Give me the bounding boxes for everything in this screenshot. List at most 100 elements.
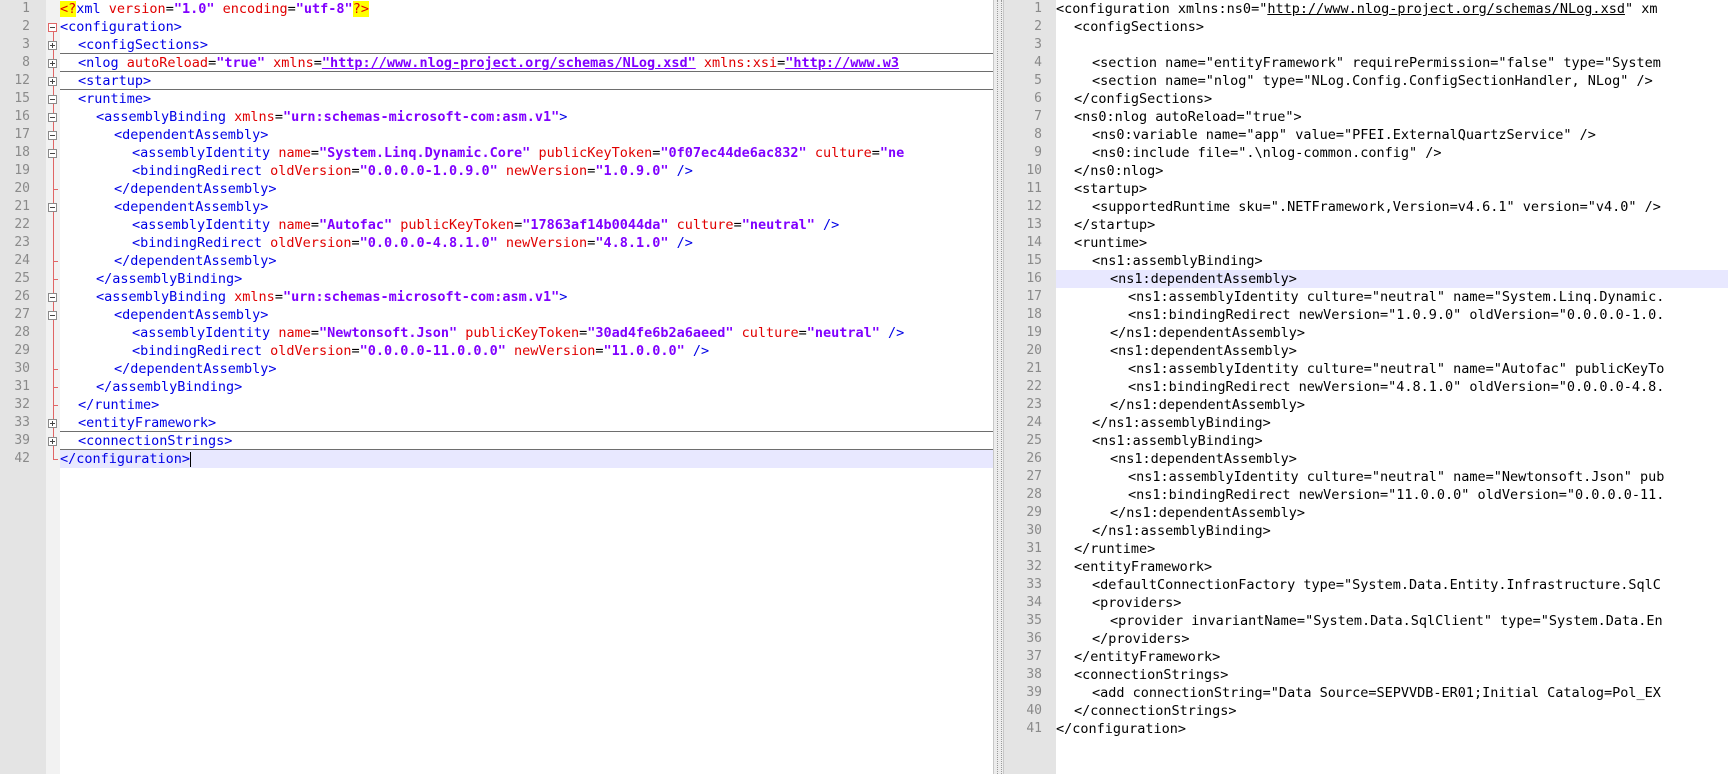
code-line[interactable]: <ns1:dependentAssembly> xyxy=(1056,342,1728,360)
fold-collapse-icon[interactable] xyxy=(48,203,57,212)
fold-expand-icon[interactable] xyxy=(48,437,57,446)
code-line[interactable]: <bindingRedirect oldVersion="0.0.0.0-4.8… xyxy=(60,234,993,252)
code-line[interactable]: <entityFramework> xyxy=(1056,558,1728,576)
fold-collapse-icon[interactable] xyxy=(48,131,57,140)
xml-token: " xm xyxy=(1624,1,1658,17)
fold-collapse-icon[interactable] xyxy=(48,95,57,104)
code-line[interactable]: </ns1:assemblyBinding> xyxy=(1056,414,1728,432)
code-line[interactable]: </assemblyBinding> xyxy=(60,378,993,396)
code-line[interactable]: <configuration> xyxy=(60,18,993,36)
code-line[interactable]: <defaultConnectionFactory type="System.D… xyxy=(1056,576,1728,594)
code-line[interactable]: <assemblyIdentity name="System.Linq.Dyna… xyxy=(60,144,993,162)
code-line[interactable]: </ns0:nlog> xyxy=(1056,162,1728,180)
pane-splitter[interactable] xyxy=(993,0,1004,774)
code-line[interactable]: <connectionStrings> xyxy=(1056,666,1728,684)
xml-token: ?> xyxy=(352,1,369,17)
fold-collapse-icon[interactable] xyxy=(48,293,57,302)
code-line[interactable]: <dependentAssembly> xyxy=(60,198,993,216)
code-line[interactable]: <ns1:assemblyBinding> xyxy=(1056,432,1728,450)
code-line[interactable]: <ns1:assemblyBinding> xyxy=(1056,252,1728,270)
xml-token: /> xyxy=(692,343,710,359)
code-line[interactable]: <runtime> xyxy=(60,90,993,108)
code-line[interactable]: </ns1:assemblyBinding> xyxy=(1056,522,1728,540)
code-line[interactable]: <ns1:dependentAssembly> xyxy=(1056,450,1728,468)
code-line[interactable]: <ns1:bindingRedirect newVersion="1.0.9.0… xyxy=(1056,306,1728,324)
code-line[interactable]: <ns1:assemblyIdentity culture="neutral" … xyxy=(1056,468,1728,486)
code-line[interactable]: <configSections> xyxy=(60,36,993,54)
fold-collapse-icon[interactable] xyxy=(48,113,57,122)
code-line[interactable]: <ns1:dependentAssembly> xyxy=(1056,270,1728,288)
xml-link[interactable]: "http://www.nlog-project.org/schemas/NLo… xyxy=(322,55,696,71)
line-number: 39 xyxy=(14,433,30,448)
code-line[interactable]: <ns0:nlog autoReload="true"> xyxy=(1056,108,1728,126)
code-line[interactable]: </ns1:dependentAssembly> xyxy=(1056,396,1728,414)
code-line[interactable]: <dependentAssembly> xyxy=(60,126,993,144)
code-line[interactable]: <bindingRedirect oldVersion="0.0.0.0-11.… xyxy=(60,342,993,360)
fold-expand-icon[interactable] xyxy=(48,77,57,86)
code-line[interactable]: <section name="entityFramework" requireP… xyxy=(1056,54,1728,72)
code-line[interactable]: </assemblyBinding> xyxy=(60,270,993,288)
left-editor-pane[interactable]: 1 2 3 8 12 15 16 17 18 19 20 21 22 23 24 25 26 27 28 29 30 31… xyxy=(0,0,993,774)
code-line[interactable]: <supportedRuntime sku=".NETFramework,Ver… xyxy=(1056,198,1728,216)
fold-collapse-icon[interactable] xyxy=(48,23,57,32)
code-line[interactable]: <bindingRedirect oldVersion="0.0.0.0-1.0… xyxy=(60,162,993,180)
code-line[interactable]: <assemblyBinding xmlns="urn:schemas-micr… xyxy=(60,288,993,306)
xml-token: <runtime> xyxy=(78,91,152,107)
code-line[interactable]: <nlog autoReload="true" xmlns="http://ww… xyxy=(60,54,993,72)
fold-expand-icon[interactable] xyxy=(48,41,57,50)
splitter-grip[interactable] xyxy=(997,0,1002,774)
code-line[interactable]: <runtime> xyxy=(1056,234,1728,252)
fold-end-marker xyxy=(53,459,58,460)
xml-link[interactable]: http://www.nlog-project.org/schemas/NLog… xyxy=(1267,1,1625,17)
code-line[interactable]: <ns1:assemblyIdentity culture="neutral" … xyxy=(1056,360,1728,378)
xml-token: <entityFramework> xyxy=(1074,559,1213,575)
code-line[interactable]: <startup> xyxy=(1056,180,1728,198)
fold-collapse-icon[interactable] xyxy=(48,311,57,320)
code-line[interactable]: <?xml version="1.0" encoding="utf-8"?> xyxy=(60,0,993,18)
code-line[interactable]: <assemblyIdentity name="Newtonsoft.Json"… xyxy=(60,324,993,342)
code-line[interactable]: </ns1:dependentAssembly> xyxy=(1056,504,1728,522)
fold-expand-icon[interactable] xyxy=(48,419,57,428)
code-line[interactable]: </configSections> xyxy=(1056,90,1728,108)
code-line[interactable] xyxy=(1056,36,1728,54)
xml-link[interactable]: "http://www.w3 xyxy=(785,55,899,71)
code-line[interactable]: </ns1:dependentAssembly> xyxy=(1056,324,1728,342)
code-line[interactable]: <startup> xyxy=(60,72,993,90)
code-line[interactable]: <dependentAssembly> xyxy=(60,306,993,324)
code-line[interactable]: </startup> xyxy=(1056,216,1728,234)
code-line[interactable]: <configSections> xyxy=(1056,18,1728,36)
code-line[interactable]: <assemblyIdentity name="Autofac" publicK… xyxy=(60,216,993,234)
code-line[interactable]: </runtime> xyxy=(60,396,993,414)
code-line[interactable]: </configuration> xyxy=(60,450,993,468)
xml-token xyxy=(214,1,222,17)
code-line[interactable]: <ns1:bindingRedirect newVersion="4.8.1.0… xyxy=(1056,378,1728,396)
xml-token: "30ad4fe6b2a6aeed" xyxy=(587,325,734,341)
code-line[interactable]: <section name="nlog" type="NLog.Config.C… xyxy=(1056,72,1728,90)
code-line[interactable]: <ns1:assemblyIdentity culture="neutral" … xyxy=(1056,288,1728,306)
code-line[interactable]: <ns0:include file=".\nlog-common.config"… xyxy=(1056,144,1728,162)
code-line[interactable]: </runtime> xyxy=(1056,540,1728,558)
fold-collapse-icon[interactable] xyxy=(48,149,57,158)
code-line[interactable]: <providers> xyxy=(1056,594,1728,612)
line-number: 22 xyxy=(14,217,30,232)
xml-token: </dependentAssembly> xyxy=(114,361,277,377)
code-line[interactable]: </dependentAssembly> xyxy=(60,180,993,198)
code-line[interactable]: </dependentAssembly> xyxy=(60,360,993,378)
right-editor-pane[interactable]: 1 2 3 4 5 6 7 8 9 10 11 12 13 14 15 16 17 18 19 20 21 22 23 24 2… xyxy=(1004,0,1728,774)
line-number: 24 xyxy=(1026,415,1042,430)
code-line[interactable]: </providers> xyxy=(1056,630,1728,648)
code-line[interactable]: <entityFramework> xyxy=(60,414,993,432)
code-line[interactable]: <provider invariantName="System.Data.Sql… xyxy=(1056,612,1728,630)
code-line[interactable]: </connectionStrings> xyxy=(1056,702,1728,720)
code-line[interactable]: </dependentAssembly> xyxy=(60,252,993,270)
code-line[interactable]: <assemblyBinding xmlns="urn:schemas-micr… xyxy=(60,108,993,126)
code-line[interactable]: <connectionStrings> xyxy=(60,432,993,450)
code-line[interactable]: </configuration> xyxy=(1056,720,1728,738)
code-line[interactable]: <ns0:variable name="app" value="PFEI.Ext… xyxy=(1056,126,1728,144)
code-line[interactable]: </entityFramework> xyxy=(1056,648,1728,666)
fold-expand-icon[interactable] xyxy=(48,59,57,68)
code-line[interactable]: <configuration xmlns:ns0="http://www.nlo… xyxy=(1056,0,1728,18)
code-line[interactable]: <add connectionString="Data Source=SEPVV… xyxy=(1056,684,1728,702)
xml-token: "4.8.1.0" xyxy=(595,235,669,251)
code-line[interactable]: <ns1:bindingRedirect newVersion="11.0.0.… xyxy=(1056,486,1728,504)
